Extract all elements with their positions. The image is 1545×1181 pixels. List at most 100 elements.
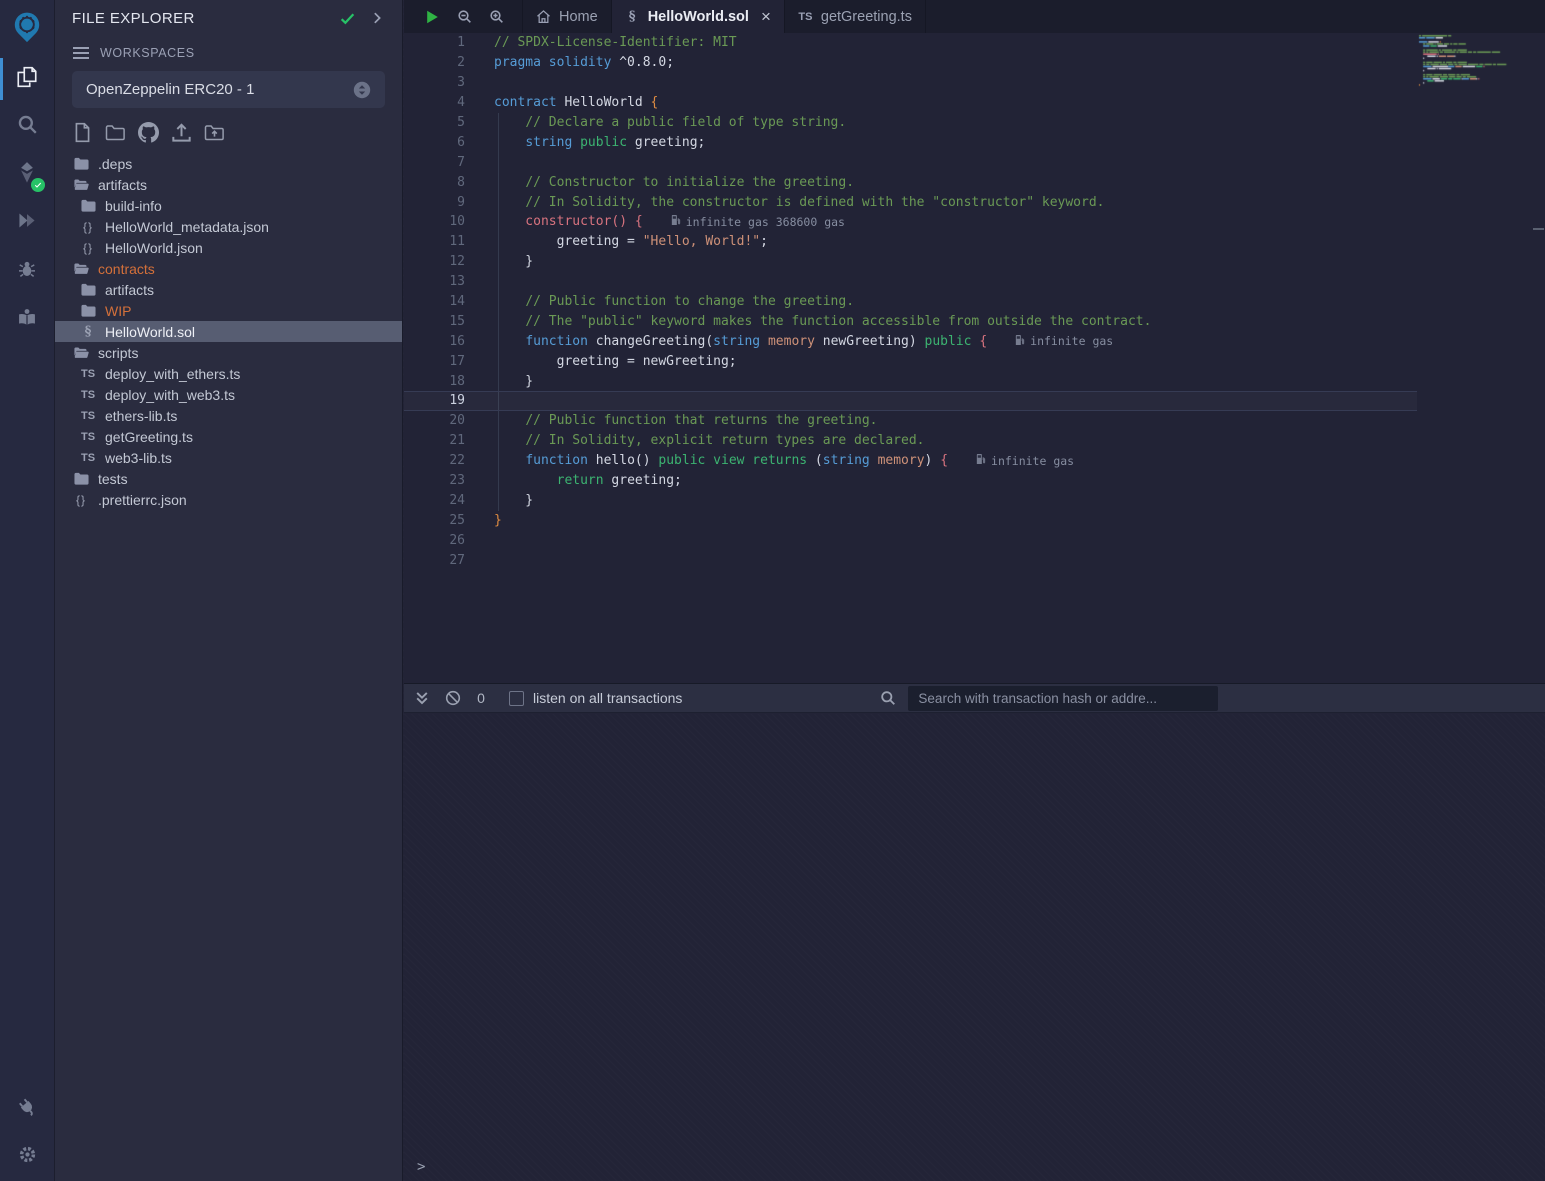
code-line[interactable]: 14 // Public function to change the gree… [404, 292, 1417, 312]
activity-plugin-manager[interactable] [0, 1085, 54, 1133]
terminal-journal[interactable]: > [404, 714, 1545, 1181]
code-line[interactable]: 18 } [404, 371, 1417, 391]
tree-item-deploy-with-ethers.ts[interactable]: TSdeploy_with_ethers.ts [55, 363, 402, 384]
code-line[interactable]: 26 [404, 530, 1417, 550]
tab-Home[interactable]: Home [522, 0, 612, 33]
workspace-ok-icon[interactable] [339, 10, 356, 27]
code-line[interactable]: 23 return greeting; [404, 471, 1417, 491]
code-editor[interactable]: 1// SPDX-License-Identifier: MIT2pragma … [404, 33, 1545, 683]
code-line[interactable]: 13 [404, 272, 1417, 292]
code-line[interactable]: 19 [404, 391, 1417, 411]
code-line[interactable]: 15 // The "public" keyword makes the fun… [404, 311, 1417, 331]
line-number: 4 [404, 95, 465, 110]
terminal-prompt[interactable]: > [417, 1159, 425, 1175]
ts-tab-icon: TS [798, 11, 813, 23]
terminal-search-icon [880, 690, 896, 706]
activity-search[interactable] [0, 103, 54, 151]
code-line[interactable]: 27 [404, 550, 1417, 570]
overview-ruler[interactable] [1532, 33, 1545, 683]
run-script-button[interactable] [416, 0, 448, 33]
chevron-right-icon[interactable] [370, 11, 384, 25]
code-line[interactable]: 20 // Public function that returns the g… [404, 411, 1417, 431]
upload-file-icon[interactable] [171, 122, 192, 143]
code-text: // SPDX-License-Identifier: MIT [465, 35, 737, 50]
tree-item-label: ethers-lib.ts [105, 408, 177, 424]
json-file-icon: {} [83, 241, 93, 255]
tree-item-web3-lib.ts[interactable]: TS web3-lib.ts [55, 447, 402, 468]
listen-transactions-checkbox[interactable] [509, 691, 524, 706]
line-number: 11 [404, 234, 465, 249]
code-line[interactable]: 7 [404, 152, 1417, 172]
tree-item-getGreeting.ts[interactable]: TSgetGreeting.ts [55, 426, 402, 447]
tab-HelloWorld.sol[interactable]: §HelloWorld.sol× [612, 0, 785, 33]
code-text: // Constructor to initialize the greetin… [465, 175, 854, 190]
tree-item-WIP[interactable]: WIP [55, 300, 402, 321]
tree-item-artifacts[interactable]: artifacts [55, 174, 402, 195]
tab-getGreeting.ts[interactable]: TSgetGreeting.ts [785, 0, 926, 33]
workspaces-menu-icon[interactable] [72, 46, 90, 60]
line-number: 6 [404, 135, 465, 150]
tree-item-build-info[interactable]: build-info [55, 195, 402, 216]
workspace-select[interactable]: OpenZeppelin ERC20 - 1 [72, 71, 385, 108]
tree-item-artifacts[interactable]: artifacts [55, 279, 402, 300]
tree-item-.deps[interactable]: .deps [55, 153, 402, 174]
close-tab-icon[interactable]: × [761, 8, 771, 25]
code-line[interactable]: 25} [404, 510, 1417, 530]
zoom-out-button[interactable] [448, 0, 480, 33]
terminal-search-input[interactable] [908, 686, 1218, 711]
tree-item-label: build-info [105, 198, 162, 214]
tree-item-contracts[interactable]: contracts [55, 258, 402, 279]
line-number: 2 [404, 55, 465, 70]
tree-item-deploy-with-web3.ts[interactable]: TSdeploy_with_web3.ts [55, 384, 402, 405]
code-line[interactable]: 10 constructor() {infinite gas 368600 ga… [404, 212, 1417, 232]
code-line[interactable]: 8 // Constructor to initialize the greet… [404, 172, 1417, 192]
activity-deploy-and-run[interactable] [0, 199, 54, 247]
code-line[interactable]: 3 [404, 73, 1417, 93]
activity-file-explorer[interactable] [0, 55, 54, 103]
minimap[interactable] [1417, 33, 1532, 683]
code-line[interactable]: 9 // In Solidity, the constructor is def… [404, 192, 1417, 212]
typescript-file-icon: TS [81, 452, 95, 464]
code-line[interactable]: 5 // Declare a public field of type stri… [404, 113, 1417, 133]
code-line[interactable]: 21 // In Solidity, explicit return types… [404, 431, 1417, 451]
code-line[interactable]: 4contract HelloWorld { [404, 93, 1417, 113]
activity-settings[interactable] [0, 1133, 54, 1181]
code-line[interactable]: 11 greeting = "Hello, World!"; [404, 232, 1417, 252]
tree-item-.prettierrc.json[interactable]: {}.prettierrc.json [55, 489, 402, 510]
code-line[interactable]: 6 string public greeting; [404, 132, 1417, 152]
code-line[interactable]: 12 } [404, 252, 1417, 272]
terminal-clear-icon[interactable] [445, 690, 461, 706]
code-line[interactable]: 24 } [404, 490, 1417, 510]
code-text: function changeGreeting(string memory ne… [465, 334, 1113, 349]
activity-debugger[interactable] [0, 247, 54, 295]
code-line[interactable]: 2pragma solidity ^0.8.0; [404, 53, 1417, 73]
folder-open-icon [73, 178, 89, 192]
folder-open-icon [73, 346, 89, 360]
tree-item-HelloWorld.json[interactable]: {}HelloWorld.json [55, 237, 402, 258]
activity-solidity-compiler[interactable] [0, 151, 54, 199]
code-line[interactable]: 1// SPDX-License-Identifier: MIT [404, 33, 1417, 53]
create-folder-icon[interactable] [105, 122, 126, 143]
tree-item-ethers-lib.ts[interactable]: TSethers-lib.ts [55, 405, 402, 426]
code-line[interactable]: 17 greeting = newGreeting; [404, 351, 1417, 371]
tree-item-scripts[interactable]: scripts [55, 342, 402, 363]
create-file-icon[interactable] [72, 122, 93, 143]
tree-item-HelloWorld-metadata.json[interactable]: {}HelloWorld_metadata.json [55, 216, 402, 237]
activity-learneth[interactable] [0, 295, 54, 343]
tree-item-tests[interactable]: tests [55, 468, 402, 489]
code-line[interactable]: 16 function changeGreeting(string memory… [404, 331, 1417, 351]
code-text: // Public function to change the greetin… [465, 294, 854, 309]
terminal-expand-icon[interactable] [414, 690, 430, 706]
zoom-in-button[interactable] [480, 0, 512, 33]
line-number: 13 [404, 274, 465, 289]
tree-item-label: HelloWorld_metadata.json [105, 219, 269, 235]
remix-logo[interactable] [0, 0, 54, 55]
code-line[interactable]: 22 function hello() public view returns … [404, 451, 1417, 471]
clone-from-github-icon[interactable] [138, 122, 159, 143]
code-text: contract HelloWorld { [465, 95, 658, 110]
tree-item-label: web3-lib.ts [105, 450, 172, 466]
code-text: } [465, 374, 533, 389]
fuel-icon [976, 453, 986, 468]
tree-item-HelloWorld.sol[interactable]: §HelloWorld.sol [55, 321, 402, 342]
upload-folder-icon[interactable] [204, 122, 225, 143]
